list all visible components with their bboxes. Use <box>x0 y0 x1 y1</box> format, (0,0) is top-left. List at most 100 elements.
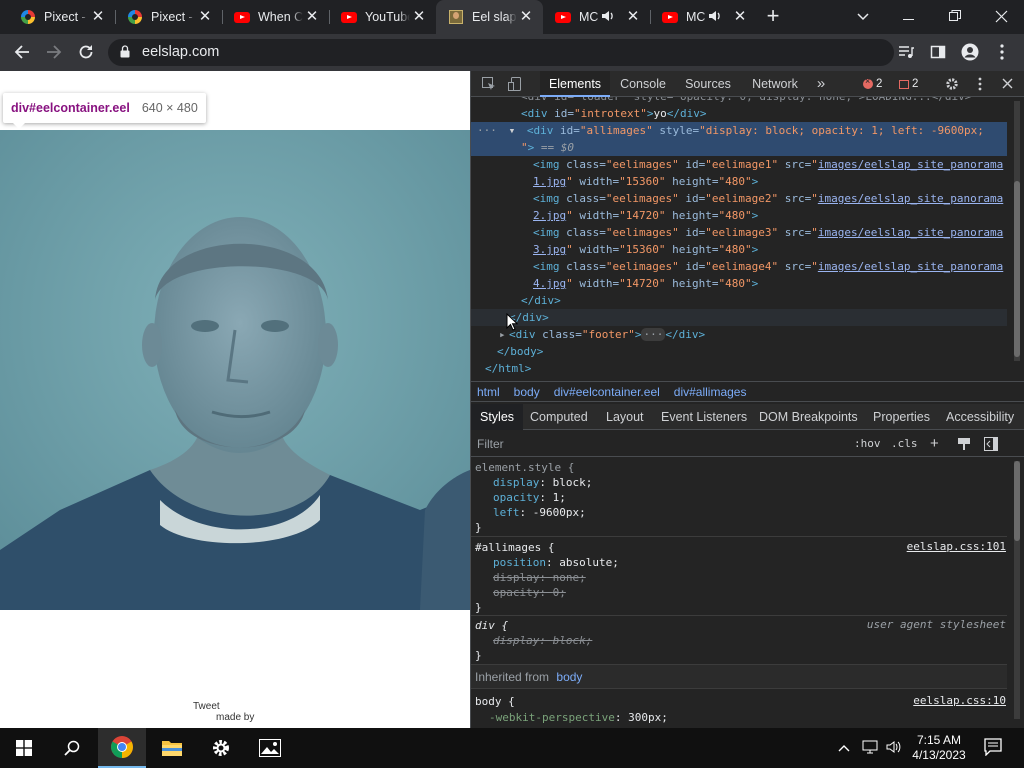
tweet-link[interactable]: Tweet <box>193 701 220 712</box>
prop-display-ua[interactable]: display: block; <box>493 633 592 648</box>
prop-display-overridden[interactable]: display: none; <box>493 570 586 585</box>
close-icon[interactable]: ✕ <box>89 8 107 26</box>
selector-body[interactable]: body { <box>475 695 515 708</box>
back-arrow-icon[interactable] <box>8 38 36 66</box>
breadcrumb-allimages[interactable]: div#allimages <box>674 385 747 399</box>
more-menu-icon[interactable] <box>988 38 1016 66</box>
selector-allimages[interactable]: #allimages { <box>475 541 554 554</box>
tab-event-listeners[interactable]: Event Listeners <box>661 404 747 430</box>
close-devtools-icon[interactable] <box>999 71 1015 97</box>
network-icon[interactable] <box>862 740 878 757</box>
tab-network[interactable]: Network <box>745 71 805 97</box>
close-icon[interactable]: ✕ <box>303 8 321 26</box>
breadcrumb-eelcontainer[interactable]: div#eelcontainer.eel <box>554 385 660 399</box>
tab-youtube-when[interactable]: When C ✕ <box>222 0 329 34</box>
more-tabs-button[interactable]: » <box>813 71 829 97</box>
dom-line-introtext[interactable]: <div id="introtext">yo</div> <box>471 105 1007 122</box>
dom-line-close-eelcontainer[interactable]: </div> <box>471 309 1007 326</box>
selector-element-style[interactable]: element.style { <box>475 461 574 474</box>
prop-opacity-overridden[interactable]: opacity: 0; <box>493 585 566 600</box>
search-icon[interactable] <box>48 728 96 768</box>
prop-left[interactable]: left: -9600px; <box>493 505 586 520</box>
inherited-body-link[interactable]: body <box>556 670 582 684</box>
selector-div[interactable]: div { <box>475 619 508 632</box>
tab-eel-slap[interactable]: Eel slap ✕ <box>436 0 543 34</box>
tab-elements[interactable]: Elements <box>540 71 610 97</box>
prop-webkit-perspective[interactable]: -webkit-perspective: 300px; <box>489 710 668 725</box>
tab-accessibility[interactable]: Accessibility <box>946 404 1014 430</box>
tab-sources[interactable]: Sources <box>681 71 735 97</box>
dom-line-img-3[interactable]: <img class="eelimages" id="eelimage3" sr… <box>471 224 1007 241</box>
dom-line-close-body[interactable]: </body> <box>471 343 1007 360</box>
new-tab-button[interactable]: + <box>754 0 792 34</box>
tab-computed[interactable]: Computed <box>530 404 588 430</box>
tab-console[interactable]: Console <box>615 71 671 97</box>
address-bar[interactable] <box>108 39 894 66</box>
photos-icon[interactable] <box>246 728 294 768</box>
dom-line-allimages-cont[interactable]: "> == $0 <box>471 139 1007 156</box>
windows-start-icon[interactable] <box>0 728 48 768</box>
tab-pixect-2[interactable]: Pixect - ✕ <box>115 0 222 34</box>
dom-line-img-2[interactable]: <img class="eelimages" id="eelimage2" sr… <box>471 190 1007 207</box>
show-hidden-icons-chevron-icon[interactable] <box>838 740 850 755</box>
paint-brush-icon[interactable] <box>957 437 971 454</box>
filter-input[interactable]: Filter <box>477 437 504 451</box>
dom-line-close-allimages[interactable]: </div> <box>471 292 1007 309</box>
source-link-eelslap-101[interactable]: eelslap.css:101 <box>907 540 1006 553</box>
error-counter[interactable]: 2 <box>863 76 882 91</box>
dom-scrollbar-thumb[interactable] <box>1014 181 1020 357</box>
dom-line-img-1-cont[interactable]: 1.jpg" width="15360" height="480"> <box>471 173 1007 190</box>
tab-search-chevron-icon[interactable] <box>840 0 886 34</box>
tab-youtube-mc-1[interactable]: MC ✕ <box>543 0 650 34</box>
settings-gear-icon[interactable] <box>943 71 961 97</box>
minimize-button[interactable] <box>886 0 932 34</box>
close-icon[interactable]: ✕ <box>517 8 535 26</box>
notifications-icon[interactable] <box>984 738 1002 759</box>
forward-arrow-icon[interactable] <box>40 38 68 66</box>
tab-properties[interactable]: Properties <box>873 404 930 430</box>
dom-line-img-4-cont[interactable]: 4.jpg" width="14720" height="480"> <box>471 275 1007 292</box>
profile-avatar-icon[interactable] <box>956 38 984 66</box>
eel-slap-photo[interactable] <box>0 130 470 610</box>
tab-pixect-1[interactable]: Pixect - ✕ <box>8 0 115 34</box>
tab-dom-breakpoints[interactable]: DOM Breakpoints <box>759 404 858 430</box>
chrome-taskbar-icon[interactable] <box>98 728 146 768</box>
prop-position[interactable]: position: absolute; <box>493 555 619 570</box>
dom-line-close-html[interactable]: </html> <box>471 360 1007 377</box>
tab-youtube[interactable]: YouTube ✕ <box>329 0 436 34</box>
volume-icon[interactable] <box>886 740 902 757</box>
breadcrumb-body[interactable]: body <box>514 385 540 399</box>
dom-line-loader[interactable]: <div id="loader" style="opacity: 0; disp… <box>471 97 1007 105</box>
hov-toggle[interactable]: :hov <box>854 437 881 450</box>
issue-counter[interactable]: 2 <box>899 77 918 91</box>
cls-toggle[interactable]: .cls <box>891 437 918 450</box>
dom-line-img-3-cont[interactable]: 3.jpg" width="15360" height="480"> <box>471 241 1007 258</box>
address-url[interactable]: eelslap.com <box>142 44 219 60</box>
tab-styles[interactable]: Styles <box>471 404 524 430</box>
reload-icon[interactable] <box>72 38 100 66</box>
media-controls-icon[interactable] <box>892 38 920 66</box>
device-toolbar-icon[interactable] <box>505 71 525 97</box>
side-panel-icon[interactable] <box>924 38 952 66</box>
prop-display[interactable]: display: block; <box>493 475 592 490</box>
close-window-button[interactable] <box>978 0 1024 34</box>
prop-opacity[interactable]: opacity: 1; <box>493 490 566 505</box>
speaker-icon[interactable] <box>601 10 615 25</box>
restore-button[interactable] <box>932 0 978 34</box>
dom-line-footer[interactable]: ▸ <div class="footer"> ··· </div> <box>471 326 1007 343</box>
close-icon[interactable]: ✕ <box>624 8 642 26</box>
dom-line-allimages-selected[interactable]: ··· ▾ <div id="allimages" style="display: … <box>471 122 1007 139</box>
tab-youtube-mc-2[interactable]: MC ✕ <box>650 0 757 34</box>
breadcrumb-html[interactable]: html <box>477 385 500 399</box>
dom-line-img-4[interactable]: <img class="eelimages" id="eelimage4" sr… <box>471 258 1007 275</box>
file-explorer-icon[interactable] <box>148 728 196 768</box>
styles-scrollbar-thumb[interactable] <box>1014 461 1020 541</box>
settings-gear-icon[interactable] <box>197 728 245 768</box>
tab-layout[interactable]: Layout <box>606 404 644 430</box>
close-icon[interactable]: ✕ <box>731 8 749 26</box>
new-rule-plus-icon[interactable]: + <box>930 435 939 452</box>
speaker-icon[interactable] <box>708 10 722 25</box>
dom-line-img-1[interactable]: <img class="eelimages" id="eelimage1" sr… <box>471 156 1007 173</box>
source-link-eelslap-10[interactable]: eelslap.css:10 <box>913 694 1006 707</box>
devtools-menu-icon[interactable] <box>973 71 987 97</box>
